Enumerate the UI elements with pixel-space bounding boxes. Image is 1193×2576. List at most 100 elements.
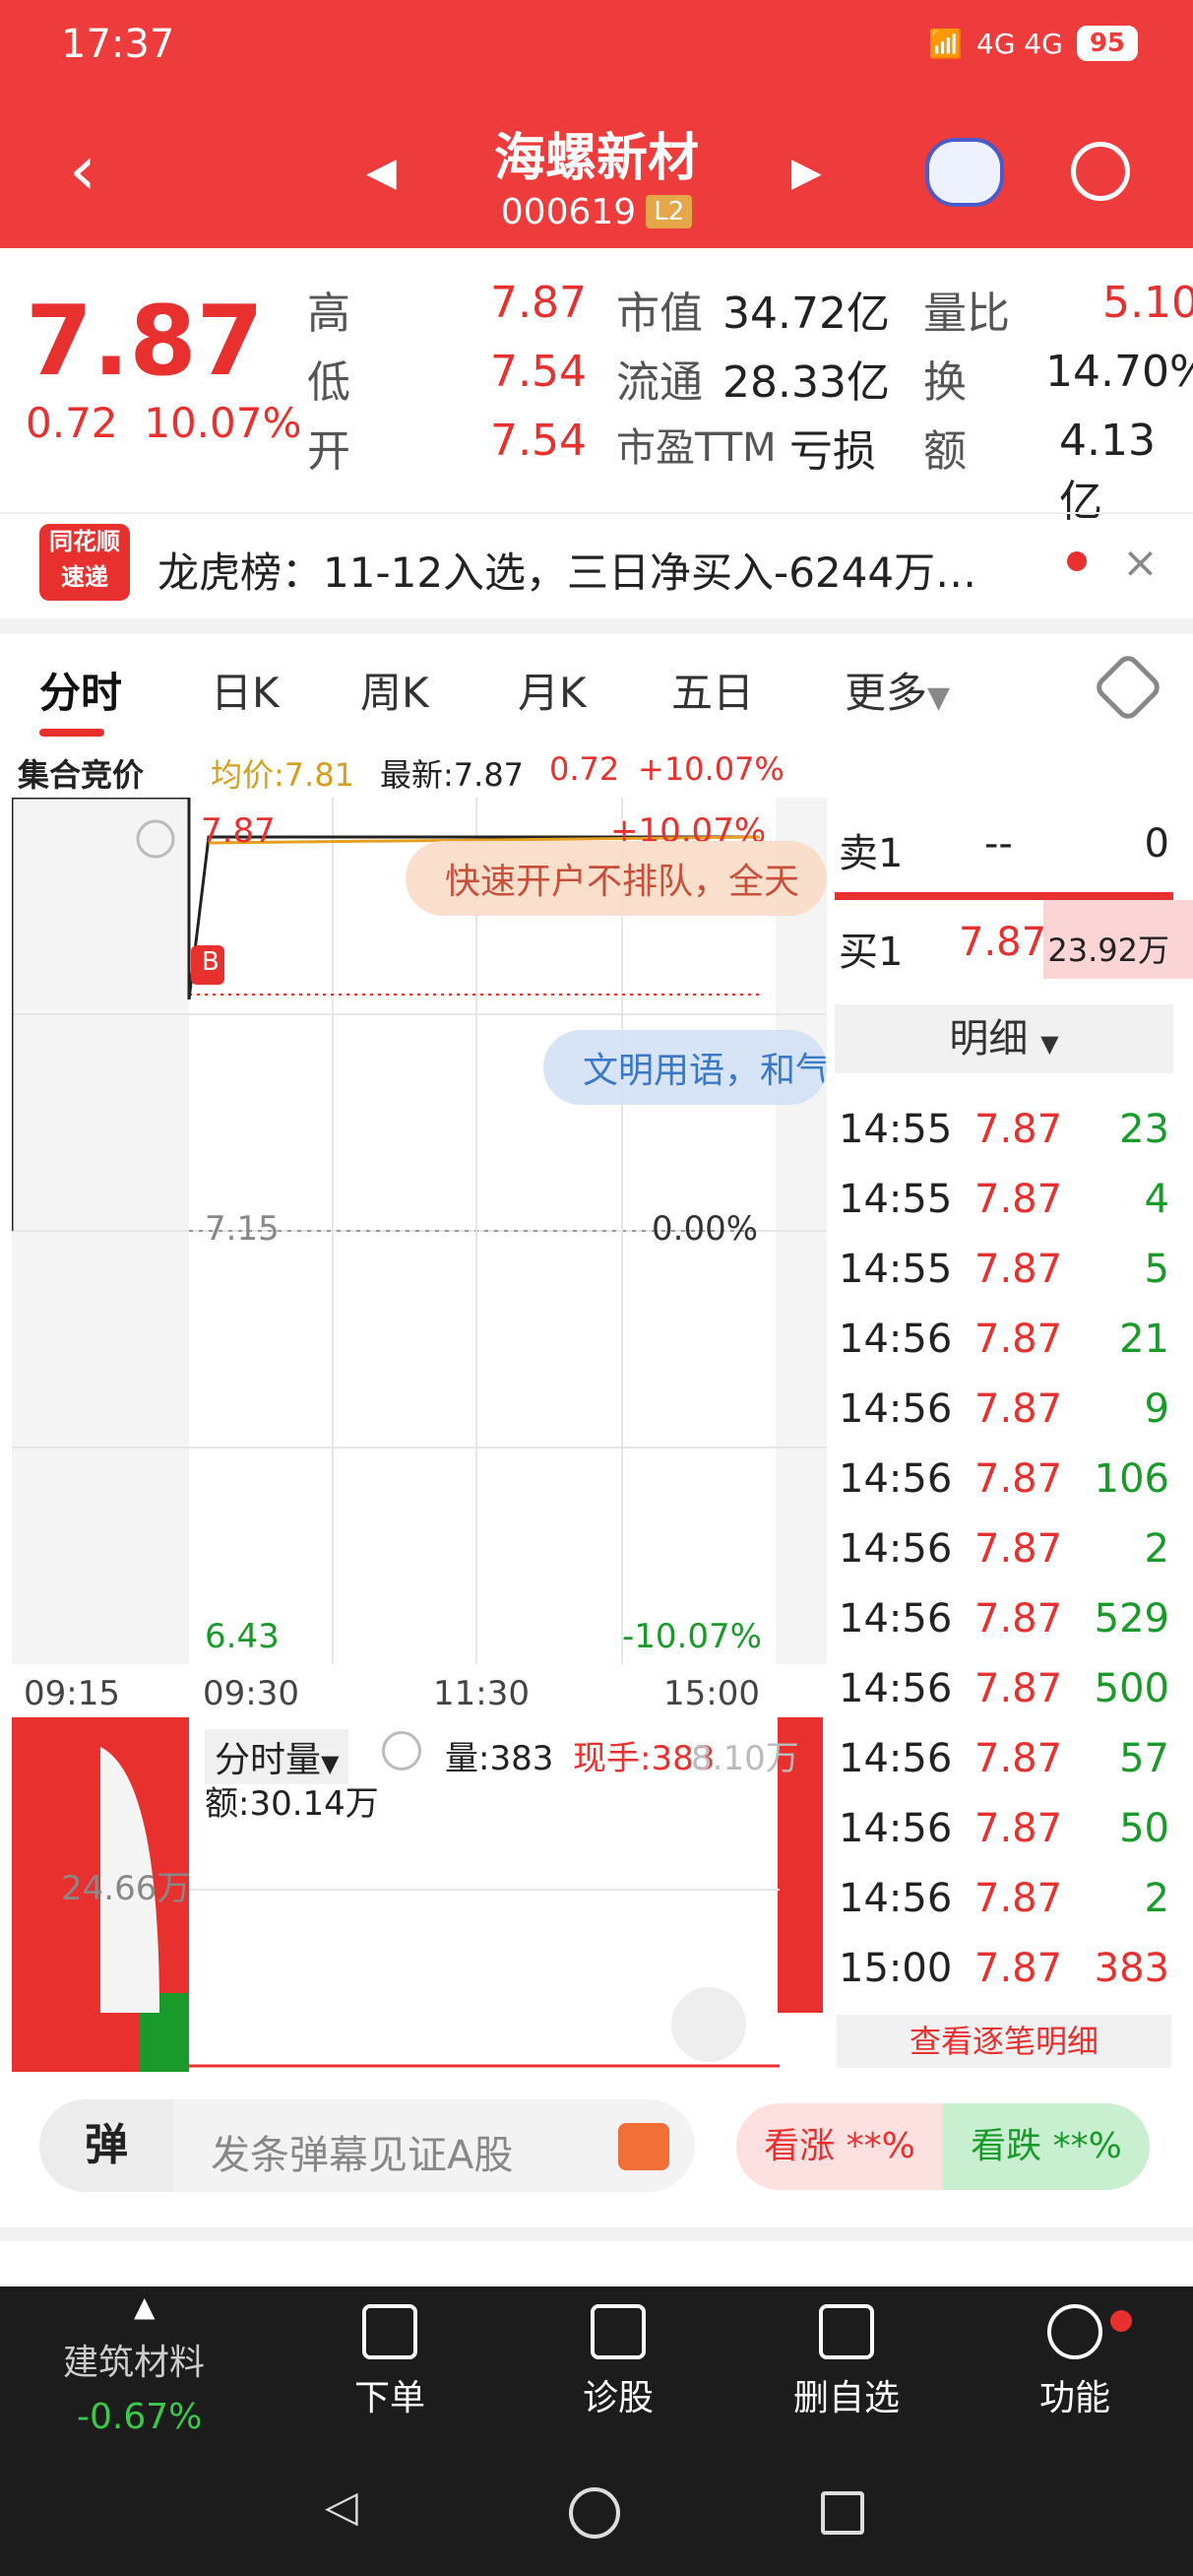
sector-name[interactable]: 建筑材料 [63, 2334, 205, 2385]
sell-1-label: 卖1 [839, 831, 904, 876]
trade-time: 14:55 [839, 1107, 953, 1152]
current-price: 7.87 [26, 286, 264, 398]
nav-diagnose[interactable]: 诊股 [539, 2304, 697, 2420]
bearish-button[interactable]: 看跌 **% [943, 2103, 1150, 2190]
settings-icon[interactable] [1092, 651, 1164, 724]
open-value: 7.54 [490, 416, 587, 466]
chevron-up-icon[interactable]: ▲ [134, 2290, 156, 2323]
buy-1-volume: 23.92万 [1047, 932, 1169, 969]
next-stock-icon[interactable]: ▶ [791, 150, 822, 195]
latest-price: 最新:7.87 [380, 756, 525, 794]
search-icon[interactable] [1071, 142, 1130, 201]
trade-volume: 21 [1119, 1317, 1169, 1362]
tab-more-label: 更多 [845, 669, 928, 717]
fullscreen-icon[interactable] [671, 1987, 746, 2062]
bid-ask-divider [835, 892, 1173, 900]
diagnose-icon [591, 2304, 646, 2359]
detail-label: 明细 [949, 1016, 1029, 1062]
buy-1-price: 7.87 [959, 920, 1047, 965]
network-label: 4G 4G [975, 27, 1063, 60]
change-percent: 10.07% [144, 399, 302, 447]
help-icon[interactable] [382, 1731, 421, 1771]
volume-ratio-value: 5.10 [1102, 278, 1193, 328]
trade-volume: 5 [1144, 1247, 1169, 1292]
trade-volume: 4 [1144, 1177, 1169, 1222]
nav-diagnose-label: 诊股 [582, 2378, 654, 2418]
trade-row: 14:56 7.87 21 [837, 1317, 1193, 1376]
trade-volume: 57 [1119, 1736, 1169, 1781]
danmu-overlay: 文明用语，和气 [543, 1030, 827, 1105]
trade-time: 14:56 [839, 1456, 953, 1502]
market-cap-value: 34.72亿 [722, 289, 890, 339]
volume-left-scale: 24.66万 [61, 1869, 191, 1908]
sell-1-row: 卖1 -- 0 [837, 821, 1193, 880]
trade-volume: 2 [1144, 1526, 1169, 1572]
nav-functions-label: 功能 [1038, 2378, 1110, 2418]
intraday-chart[interactable]: B 7.87 +10.07% 7.15 0.00% 6.43 -10.07% 快… [10, 796, 827, 1664]
price-change: 0.72 10.07% [26, 399, 301, 447]
trade-volume: 106 [1094, 1456, 1169, 1502]
gift-icon[interactable] [618, 2123, 669, 2170]
nav-order[interactable]: 下单 [311, 2304, 469, 2420]
trade-time: 14:56 [839, 1596, 953, 1642]
bullish-button[interactable]: 看涨 **% [736, 2103, 943, 2190]
trade-price: 7.87 [974, 1596, 1063, 1642]
trade-price: 7.87 [974, 1386, 1063, 1432]
trade-row: 15:00 7.87 383 [837, 1946, 1193, 2005]
trade-price: 7.87 [974, 1946, 1063, 1991]
trade-row: 14:56 7.87 9 [837, 1386, 1193, 1446]
status-time: 17:37 [61, 22, 175, 67]
tab-daily-k[interactable]: 日K [211, 660, 280, 720]
trade-time: 14:56 [839, 1876, 953, 1921]
sell-1-price: -- [984, 821, 1013, 867]
banner-text[interactable]: 龙虎榜：11-12入选，三日净买入-6244万… [157, 540, 976, 600]
low-label: 低 [307, 357, 350, 408]
volume-panel[interactable]: 分时量▼ 量:383 现手:383 额:30.14万 24.66万 8.10万 [12, 1717, 827, 2072]
tab-five-day[interactable]: 五日 [671, 660, 754, 720]
danmu-toggle-button[interactable]: 弹 [39, 2099, 173, 2192]
recents-square-icon[interactable] [821, 2491, 864, 2535]
view-tick-details-link[interactable]: 查看逐笔明细 [837, 2015, 1171, 2068]
tab-monthly-k[interactable]: 月K [518, 660, 587, 720]
home-circle-icon[interactable] [569, 2487, 620, 2539]
trade-time: 14:55 [839, 1177, 953, 1222]
detail-dropdown[interactable]: 明细 ▼ [835, 1004, 1173, 1073]
time-tick: 15:00 [663, 1674, 760, 1713]
market-cap-label: 市值 [616, 289, 703, 339]
tab-intraday[interactable]: 分时 [39, 660, 122, 720]
trade-volume: 383 [1094, 1946, 1169, 1991]
chevron-down-icon: ▼ [1040, 1030, 1059, 1058]
auction-label: 集合竞价 [18, 756, 145, 794]
turnover-label: 换 [923, 357, 967, 408]
close-icon[interactable]: × [1122, 538, 1159, 588]
low-value: 7.54 [490, 347, 587, 397]
chart-mid-pct: 0.00% [652, 1209, 759, 1249]
trade-volume: 50 [1119, 1806, 1169, 1851]
volume-ratio-label: 量比 [923, 289, 1010, 339]
robot-assistant-icon[interactable] [925, 138, 1004, 207]
pe-label: 市盈TTM [616, 425, 777, 471]
trade-price: 7.87 [974, 1666, 1063, 1711]
tab-weekly-k[interactable]: 周K [360, 660, 429, 720]
trade-price: 7.87 [974, 1526, 1063, 1572]
buy-1-row: 买1 7.87 23.92万 [837, 920, 1193, 979]
trade-time: 14:56 [839, 1526, 953, 1572]
stock-code: 000619 L2 [0, 192, 1193, 232]
trade-time: 14:56 [839, 1317, 953, 1362]
trade-time: 14:56 [839, 1386, 953, 1432]
status-icons: 📶 4G 4G 95 [928, 26, 1138, 61]
nav-remove-watchlist[interactable]: 删自选 [768, 2304, 925, 2420]
change-value: 0.72 [26, 399, 118, 447]
header-bar: 17:37 📶 4G 4G 95 ‹ ◀ 海螺新材 000619 L2 ▶ [0, 0, 1193, 248]
danmu-input[interactable]: 发条弹幕见证A股 [211, 2123, 513, 2180]
danmu-overlay: 快速开户不排队，全天 [406, 841, 827, 916]
back-triangle-icon[interactable]: ◁ [325, 2481, 358, 2532]
trade-volume: 23 [1119, 1107, 1169, 1152]
buy-1-label: 买1 [839, 930, 904, 975]
tab-more[interactable]: 更多▼ [845, 660, 950, 720]
amount-label: 额 [923, 426, 967, 477]
chart-mid: 7.15 [205, 1209, 280, 1249]
trade-time: 14:56 [839, 1666, 953, 1711]
trade-volume: 9 [1144, 1386, 1169, 1432]
trade-price: 7.87 [974, 1876, 1063, 1921]
